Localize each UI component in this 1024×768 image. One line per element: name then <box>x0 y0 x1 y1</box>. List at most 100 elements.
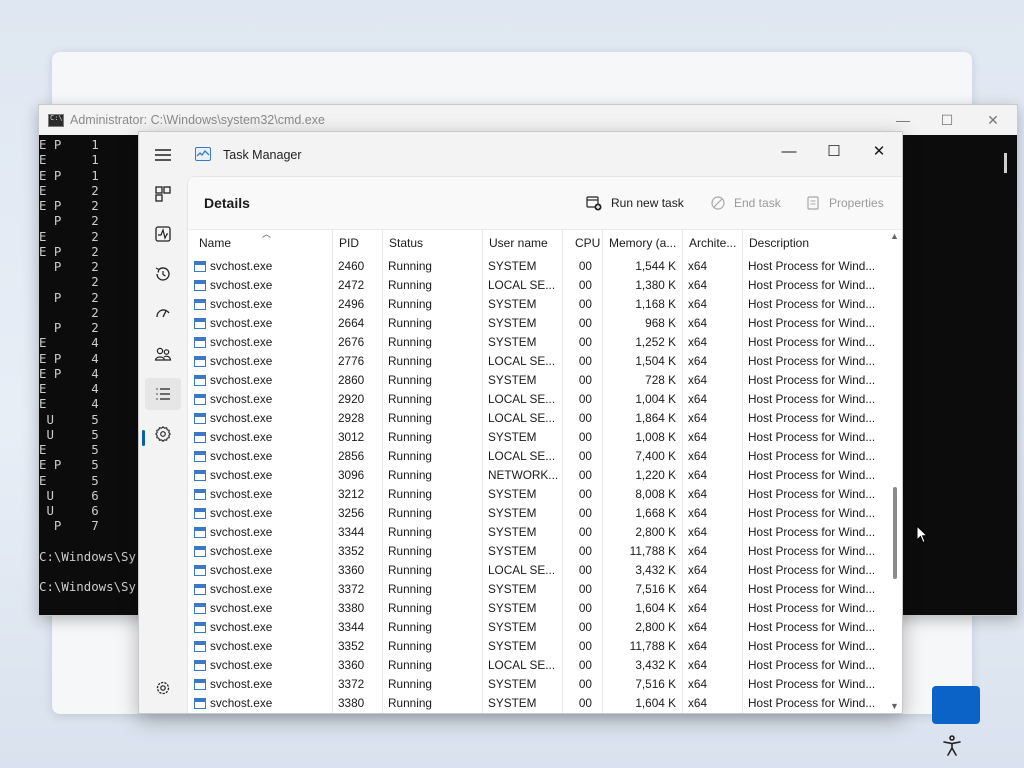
process-name: svchost.exe <box>210 468 273 482</box>
console-line: E 2 <box>39 182 99 198</box>
table-row[interactable]: svchost.exe 2460 Running SYSTEM 00 1,544 K x64… <box>188 257 888 276</box>
cell-user-name: LOCAL SE... <box>488 563 556 577</box>
cell-status: Running <box>388 430 432 444</box>
table-row[interactable]: svchost.exe 3344 Running SYSTEM 00 2,800 K x64… <box>188 618 888 637</box>
cell-description: Host Process for Wind... <box>748 696 876 710</box>
table-row[interactable]: svchost.exe 2920 Running LOCAL SE... 00 1,004… <box>188 390 888 409</box>
cell-user-name: LOCAL SE... <box>488 411 556 425</box>
cell-pid: 3096 <box>338 468 365 482</box>
column-header-pid[interactable]: PID <box>332 229 382 257</box>
nav-startup-apps[interactable] <box>145 298 181 330</box>
nav-users[interactable] <box>145 338 181 370</box>
cmd-scrollbar-thumb[interactable] <box>1004 153 1007 173</box>
process-name: svchost.exe <box>210 278 273 292</box>
nav-details[interactable] <box>145 378 181 410</box>
properties-button[interactable]: Properties <box>805 191 884 215</box>
cmd-window-title: Administrator: C:\Windows\system32\cmd.e… <box>70 113 325 127</box>
table-row[interactable]: svchost.exe 2472 Running LOCAL SE... 00 1,380… <box>188 276 888 295</box>
nav-settings[interactable] <box>145 672 181 704</box>
cmd-minimize-button[interactable]: — <box>888 109 918 131</box>
table-row[interactable]: svchost.exe 3360 Running LOCAL SE... 00 3,432… <box>188 561 888 580</box>
nav-performance[interactable] <box>145 218 181 250</box>
nav-app-history[interactable] <box>145 258 181 290</box>
cell-pid: 3352 <box>338 544 365 558</box>
table-row[interactable]: svchost.exe 3212 Running SYSTEM 00 8,008 K x64… <box>188 485 888 504</box>
nav-services[interactable] <box>145 418 181 450</box>
column-header-status[interactable]: Status <box>382 229 482 257</box>
table-row[interactable]: svchost.exe 3344 Running SYSTEM 00 2,800 K x64… <box>188 523 888 542</box>
process-icon <box>194 470 206 481</box>
table-row[interactable]: svchost.exe 2496 Running SYSTEM 00 1,168 K x64… <box>188 295 888 314</box>
table-row[interactable]: svchost.exe 3372 Running SYSTEM 00 7,516 K x64… <box>188 580 888 599</box>
end-task-button[interactable]: End task <box>710 191 781 215</box>
cell-name: svchost.exe <box>194 675 330 694</box>
column-header-cpu[interactable]: CPU <box>568 229 602 257</box>
accessibility-icon[interactable] <box>940 734 964 758</box>
console-line: C:\Windows\Sy <box>39 579 136 595</box>
close-button[interactable]: ✕ <box>856 138 902 166</box>
table-row[interactable]: svchost.exe 2856 Running LOCAL SE... 00 7,400… <box>188 447 888 466</box>
console-line: E P 1 <box>39 137 99 152</box>
table-row[interactable]: svchost.exe 3352 Running SYSTEM 00 11,788 K x6… <box>188 542 888 561</box>
table-row[interactable]: svchost.exe 3352 Running SYSTEM 00 11,788 K x6… <box>188 637 888 656</box>
cell-name: svchost.exe <box>194 371 330 390</box>
column-header-pid-label: PID <box>339 236 360 250</box>
table-row[interactable]: svchost.exe 2664 Running SYSTEM 00 968 K x64 Ho… <box>188 314 888 333</box>
column-header-architecture[interactable]: Archite... <box>682 229 742 257</box>
table-row[interactable]: svchost.exe 2776 Running LOCAL SE... 00 1,504… <box>188 352 888 371</box>
cell-user-name: SYSTEM <box>488 525 537 539</box>
scrollbar-thumb[interactable] <box>893 487 897 579</box>
cell-pid: 3012 <box>338 430 365 444</box>
scroll-up-icon[interactable]: ▲ <box>890 231 899 241</box>
cell-cpu: 00 <box>578 278 592 292</box>
cmd-maximize-button[interactable]: ☐ <box>932 109 962 131</box>
cell-description: Host Process for Wind... <box>748 582 876 596</box>
table-row[interactable]: svchost.exe 3380 Running SYSTEM 00 1,604 K x64… <box>188 694 888 713</box>
scroll-down-icon[interactable]: ▼ <box>890 701 899 711</box>
details-table: Name ︿ PID Status User name CPU Memory (… <box>188 229 902 713</box>
process-icon <box>194 394 206 405</box>
cell-status: Running <box>388 525 432 539</box>
cell-status: Running <box>388 544 432 558</box>
process-icon <box>194 546 206 557</box>
process-icon <box>194 622 206 633</box>
table-row[interactable]: svchost.exe 3012 Running SYSTEM 00 1,008 K x64… <box>188 428 888 447</box>
column-header-description[interactable]: Description <box>742 229 892 257</box>
maximize-button[interactable]: ☐ <box>811 138 857 166</box>
cmd-close-button[interactable]: ✕ <box>978 109 1008 131</box>
nav-processes[interactable] <box>145 178 181 210</box>
cell-status: Running <box>388 658 432 672</box>
cmd-console-output[interactable]: E P 1E 1E P 1E 2E P 2 P 2E 2E P 2 P 2 2 … <box>39 135 149 615</box>
cell-description: Host Process for Wind... <box>748 658 876 672</box>
table-row[interactable]: svchost.exe 3096 Running NETWORK... 00 1,220 … <box>188 466 888 485</box>
cell-name: svchost.exe <box>194 656 330 675</box>
cell-status: Running <box>388 297 432 311</box>
minimize-button[interactable]: — <box>766 138 812 166</box>
vertical-scrollbar[interactable]: ▲ ▼ <box>888 229 902 713</box>
table-row[interactable]: svchost.exe 3360 Running LOCAL SE... 00 3,432… <box>188 656 888 675</box>
cell-memory: 3,432 K <box>635 658 676 672</box>
table-row[interactable]: svchost.exe 2928 Running LOCAL SE... 00 1,864… <box>188 409 888 428</box>
cell-description: Host Process for Wind... <box>748 430 876 444</box>
table-row[interactable]: svchost.exe 2860 Running SYSTEM 00 728 K x64 Ho… <box>188 371 888 390</box>
cell-description: Host Process for Wind... <box>748 354 876 368</box>
run-new-task-button[interactable]: Run new task <box>585 191 684 215</box>
hamburger-menu-icon[interactable] <box>151 144 175 166</box>
background-primary-button[interactable] <box>932 686 980 724</box>
column-header-memory[interactable]: Memory (a... <box>602 229 682 257</box>
cell-user-name: SYSTEM <box>488 639 537 653</box>
table-row[interactable]: svchost.exe 3256 Running SYSTEM 00 1,668 K x64… <box>188 504 888 523</box>
cell-cpu: 00 <box>578 696 592 710</box>
app-history-icon <box>155 267 170 281</box>
process-name: svchost.exe <box>210 525 273 539</box>
cell-memory: 1,008 K <box>635 430 676 444</box>
table-row[interactable]: svchost.exe 3372 Running SYSTEM 00 7,516 K x64… <box>188 675 888 694</box>
console-line: E P 4 <box>39 350 99 366</box>
table-row[interactable]: svchost.exe 3380 Running SYSTEM 00 1,604 K x64… <box>188 599 888 618</box>
column-header-name[interactable]: Name ︿ <box>192 229 332 257</box>
column-header-user-name[interactable]: User name <box>482 229 562 257</box>
details-page: Details Run new task End task Properties… <box>187 176 902 713</box>
task-manager-titlebar[interactable]: Task Manager — ☐ ✕ <box>139 132 902 176</box>
table-row[interactable]: svchost.exe 2676 Running SYSTEM 00 1,252 K x64… <box>188 333 888 352</box>
